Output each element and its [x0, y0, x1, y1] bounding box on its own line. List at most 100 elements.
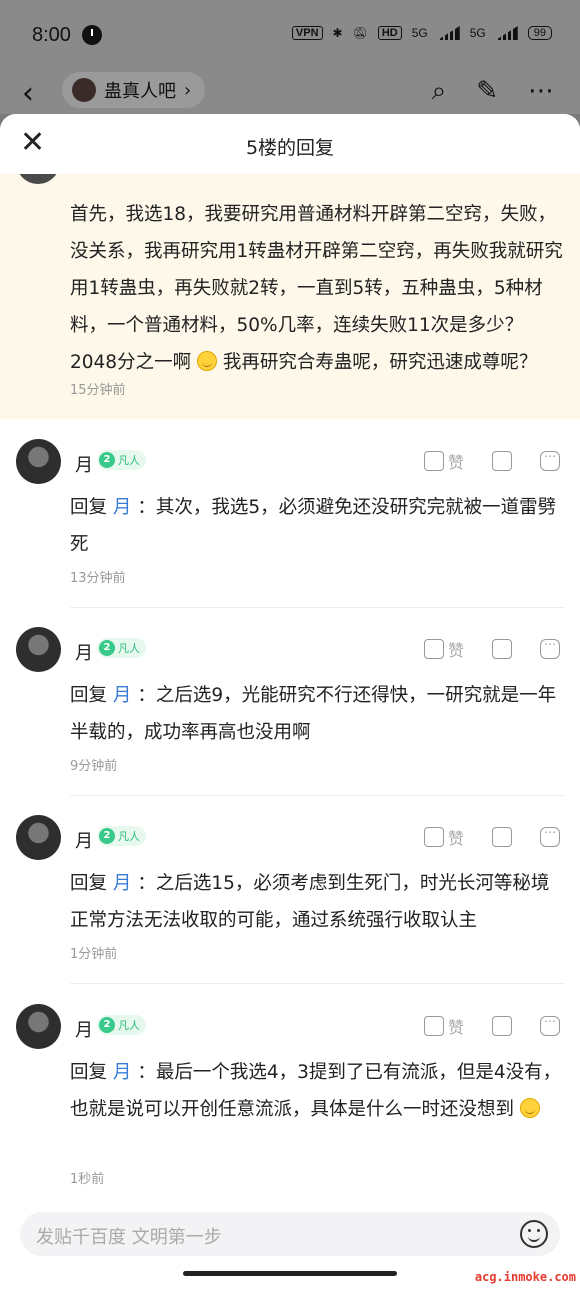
thumbs-down-icon[interactable] — [492, 451, 512, 471]
emoji-picker-icon[interactable] — [520, 1220, 548, 1248]
reply-prefix: 回复 — [70, 497, 108, 518]
forum-name: 蛊真人吧 — [104, 81, 176, 102]
edit-icon[interactable]: ✎ — [476, 76, 498, 107]
level-badge: 2 凡人 — [97, 1015, 146, 1035]
comment-icon[interactable] — [540, 446, 560, 471]
level-number: 2 — [99, 452, 115, 468]
forum-avatar — [72, 78, 96, 102]
reply-time: 13分钟前 — [70, 571, 126, 586]
post-time: 15分钟前 — [70, 383, 126, 398]
avatar[interactable] — [16, 439, 61, 484]
divider — [70, 795, 564, 796]
reply-to-user[interactable]: 月 — [113, 685, 132, 706]
reply-actions: 赞 — [423, 446, 560, 473]
like-label: 赞 — [447, 1018, 464, 1037]
sheet-header: ✕ 5楼的回复 — [0, 114, 580, 174]
level-badge: 2 凡人 — [97, 450, 146, 470]
signal-1-label: 5G — [411, 26, 428, 40]
smile-emoji-icon — [196, 351, 217, 371]
divider — [70, 607, 564, 608]
smile-emoji-icon — [519, 1098, 540, 1118]
status-bar: 8:00 VPN ✱ 🔕︎ HD 5G 5G 99 — [0, 0, 580, 72]
main-post-text: 首先，我选18，我要研究用普通材料开辟第二空窍，失败，没关系，我再研究用1转蛊材… — [70, 196, 564, 381]
reply-prefix: 回复 — [70, 1062, 108, 1083]
thumbs-up-icon — [423, 1016, 444, 1036]
level-badge: 2 凡人 — [97, 638, 146, 658]
like-label: 赞 — [447, 453, 464, 472]
back-arrow-icon[interactable]: ‹ — [22, 76, 34, 111]
app-bar-actions: ⌕ ✎ ⋯ — [432, 76, 554, 107]
home-indicator[interactable] — [183, 1271, 397, 1276]
level-title: 凡人 — [118, 642, 140, 655]
hd-icon: HD — [377, 26, 402, 40]
reply-input-placeholder: 发贴千百度 文明第一步 — [36, 1227, 222, 1248]
chevron-right-icon: › — [184, 79, 192, 101]
reply-sheet: ✕ 5楼的回复 首先，我选18，我要研究用普通材料开辟第二空窍，失败，没关系，我… — [0, 114, 580, 1289]
level-title: 凡人 — [118, 454, 140, 467]
like-button[interactable]: 赞 — [423, 637, 464, 661]
reply-to-user[interactable]: 月 — [113, 1062, 132, 1083]
forum-link[interactable]: 蛊真人吧 › — [62, 72, 206, 108]
comment-icon[interactable] — [540, 822, 560, 847]
username[interactable]: 月 — [75, 451, 93, 477]
like-label: 赞 — [447, 641, 464, 660]
app-bar: ‹ 蛊真人吧 › ⌕ ✎ ⋯ — [0, 72, 580, 114]
thumbs-down-icon[interactable] — [492, 1016, 512, 1036]
reply-body: 回复 月 ：之后选9，光能研究不行还得快，一研究就是一年半载的，成功率再高也没用… — [70, 677, 564, 751]
clock-icon — [82, 25, 102, 45]
status-icons: VPN ✱ 🔕︎ HD 5G 5G 99 — [291, 26, 552, 40]
like-button[interactable]: 赞 — [423, 825, 464, 849]
reply-body: 回复 月 ：最后一个我选4，3提到了已有流派，但是4没有，也就是说可以开创任意流… — [70, 1054, 564, 1128]
reply-prefix: 回复 — [70, 685, 108, 706]
level-title: 凡人 — [118, 830, 140, 843]
sheet-title: 5楼的回复 — [245, 137, 335, 159]
username[interactable]: 月 — [75, 1016, 93, 1042]
reply-time: 9分钟前 — [70, 759, 118, 774]
username[interactable]: 月 — [75, 639, 93, 665]
mute-icon: 🔕︎ — [352, 26, 368, 40]
avatar[interactable] — [16, 1004, 61, 1049]
thumbs-up-icon — [423, 451, 444, 471]
watermark: acg.inmoke.com — [474, 1270, 576, 1284]
reply-text: ：之后选15，必须考虑到生死门，时光长河等秘境正常方法无法收取的可能，通过系统强… — [70, 873, 550, 931]
reply-time: 1分钟前 — [70, 947, 118, 962]
status-time: 8:00 — [32, 24, 71, 46]
reply-body: 回复 月 ：其次，我选5，必须避免还没研究完就被一道雷劈死 — [70, 489, 564, 563]
reply-to-user[interactable]: 月 — [113, 497, 132, 518]
level-number: 2 — [99, 640, 115, 656]
reply-body: 回复 月 ：之后选15，必须考虑到生死门，时光长河等秘境正常方法无法收取的可能，… — [70, 865, 564, 939]
like-label: 赞 — [447, 829, 464, 848]
signal-2-label: 5G — [469, 26, 486, 40]
more-icon[interactable]: ⋯ — [528, 76, 554, 107]
main-post-body-tail: 我再研究合寿蛊呢，研究迅速成尊呢？ — [222, 352, 538, 373]
level-title: 凡人 — [118, 1019, 140, 1032]
like-button[interactable]: 赞 — [423, 1014, 464, 1038]
main-post-body: 首先，我选18，我要研究用普通材料开辟第二空窍，失败，没关系，我再研究用1转蛊材… — [70, 204, 563, 373]
reply-to-user[interactable]: 月 — [113, 873, 132, 894]
like-button[interactable]: 赞 — [423, 449, 464, 473]
search-icon[interactable]: ⌕ — [432, 76, 447, 107]
vpn-icon: VPN — [291, 26, 323, 40]
thumbs-down-icon[interactable] — [492, 827, 512, 847]
reply-prefix: 回复 — [70, 873, 108, 894]
battery-icon: 99 — [527, 26, 552, 40]
reply-actions: 赞 — [423, 1011, 560, 1038]
main-post: 首先，我选18，我要研究用普通材料开辟第二空窍，失败，没关系，我再研究用1转蛊材… — [0, 140, 580, 419]
signal-icon — [495, 26, 518, 40]
reply-text: ：其次，我选5，必须避免还没研究完就被一道雷劈死 — [70, 497, 557, 555]
username[interactable]: 月 — [75, 827, 93, 853]
comment-icon[interactable] — [540, 1011, 560, 1036]
reply-actions: 赞 — [423, 634, 560, 661]
avatar[interactable] — [16, 815, 61, 860]
reply-text: ：最后一个我选4，3提到了已有流派，但是4没有，也就是说可以开创任意流派，具体是… — [70, 1062, 562, 1120]
reply-input[interactable]: 发贴千百度 文明第一步 — [20, 1212, 560, 1256]
reply-time: 1秒前 — [70, 1172, 105, 1187]
level-badge: 2 凡人 — [97, 826, 146, 846]
thumbs-down-icon[interactable] — [492, 639, 512, 659]
avatar[interactable] — [16, 627, 61, 672]
comment-icon[interactable] — [540, 634, 560, 659]
thumbs-up-icon — [423, 827, 444, 847]
level-number: 2 — [99, 1017, 115, 1033]
level-number: 2 — [99, 828, 115, 844]
signal-icon — [437, 26, 460, 40]
